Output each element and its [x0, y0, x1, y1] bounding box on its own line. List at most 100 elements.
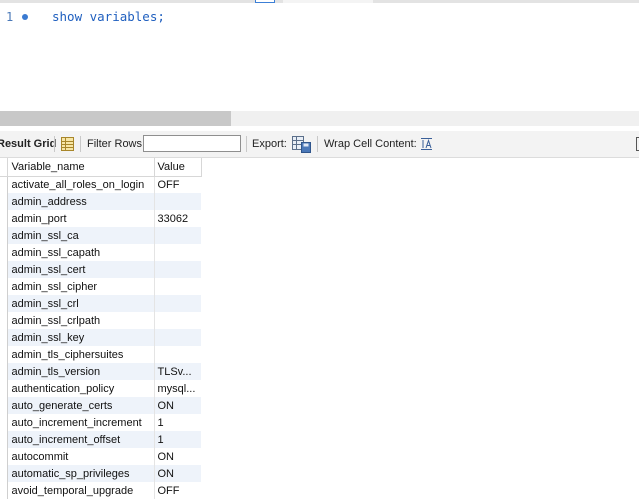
table-row[interactable]: admin_address [0, 193, 201, 210]
cell-value[interactable] [154, 295, 201, 312]
cell-variable-name[interactable]: admin_port [7, 210, 155, 227]
toolbar-divider [317, 136, 318, 152]
row-selector[interactable] [0, 193, 8, 210]
row-selector[interactable] [0, 346, 8, 363]
cell-value[interactable]: 33062 [154, 210, 201, 227]
export-icon[interactable] [292, 136, 311, 153]
cell-value[interactable] [154, 278, 201, 295]
row-selector[interactable] [0, 431, 8, 448]
cell-variable-name[interactable]: admin_ssl_capath [7, 244, 155, 261]
cell-value[interactable]: ON [154, 465, 201, 482]
table-row[interactable]: auto_increment_increment 1 [0, 414, 201, 431]
table-row[interactable]: admin_ssl_ca [0, 227, 201, 244]
cell-value[interactable]: OFF [154, 482, 201, 499]
table-row[interactable]: admin_port 33062 [0, 210, 201, 227]
row-selector[interactable] [0, 210, 8, 227]
row-selector[interactable] [0, 448, 8, 465]
cell-value[interactable] [154, 227, 201, 244]
cell-variable-name[interactable]: admin_ssl_crlpath [7, 312, 155, 329]
cell-value[interactable]: 1 [154, 414, 201, 431]
cell-variable-name[interactable]: auto_increment_increment [7, 414, 155, 431]
row-selector[interactable] [0, 363, 8, 380]
cell-variable-name[interactable]: admin_ssl_crl [7, 295, 155, 312]
table-row[interactable]: admin_ssl_cert [0, 261, 201, 278]
result-grid-label[interactable]: Result Grid [0, 131, 56, 157]
row-selector[interactable] [0, 295, 8, 312]
cell-variable-name[interactable]: activate_all_roles_on_login [7, 176, 155, 193]
cell-variable-name[interactable]: admin_ssl_cipher [7, 278, 155, 295]
row-selector[interactable] [0, 380, 8, 397]
cell-variable-name[interactable]: admin_address [7, 193, 155, 210]
cell-variable-name[interactable]: authentication_policy [7, 380, 155, 397]
filter-rows-input[interactable] [143, 135, 241, 152]
table-row[interactable]: admin_tls_ciphersuites [0, 346, 201, 363]
row-selector[interactable] [0, 278, 8, 295]
line-number: 1 [6, 10, 14, 24]
table-row[interactable]: autocommit ON [0, 448, 201, 465]
cell-variable-name[interactable]: admin_ssl_cert [7, 261, 155, 278]
cell-value[interactable] [154, 244, 201, 261]
cell-variable-name[interactable]: autocommit [7, 448, 155, 465]
cell-value[interactable]: OFF [154, 176, 201, 193]
cell-value[interactable]: ON [154, 448, 201, 465]
toolbar-divider [80, 136, 81, 152]
editor-horizontal-scrollbar[interactable] [0, 111, 639, 126]
scrollbar-thumb[interactable] [0, 111, 231, 126]
cell-value[interactable] [154, 346, 201, 363]
wrap-text-icon[interactable] [420, 137, 433, 151]
grid-layout-icon[interactable] [61, 137, 74, 151]
table-row[interactable]: auto_increment_offset 1 [0, 431, 201, 448]
cell-value[interactable]: 1 [154, 431, 201, 448]
row-selector-header[interactable] [0, 158, 8, 177]
cell-value[interactable]: ON [154, 397, 201, 414]
table-row[interactable]: activate_all_roles_on_login OFF [0, 176, 201, 193]
cell-value[interactable] [154, 329, 201, 346]
row-selector[interactable] [0, 227, 8, 244]
toolbar-divider [246, 136, 247, 152]
row-selector[interactable] [0, 176, 8, 193]
cell-variable-name[interactable]: auto_increment_offset [7, 431, 155, 448]
cell-variable-name[interactable]: auto_generate_certs [7, 397, 155, 414]
column-header-variable-name[interactable]: Variable_name [7, 158, 155, 177]
row-selector[interactable] [0, 312, 8, 329]
table-row[interactable]: admin_ssl_crl [0, 295, 201, 312]
column-header-value[interactable]: Value [154, 158, 202, 177]
result-toolbar: Result Grid Filter Rows: Export: Wrap Ce… [0, 131, 639, 158]
table-row[interactable]: authentication_policy mysql... [0, 380, 201, 397]
table-row[interactable]: admin_ssl_crlpath [0, 312, 201, 329]
table-row[interactable]: avoid_temporal_upgrade OFF [0, 482, 201, 499]
wrap-cell-content-label: Wrap Cell Content: [324, 138, 417, 150]
cell-value[interactable]: mysql... [154, 380, 201, 397]
cell-variable-name[interactable]: admin_ssl_key [7, 329, 155, 346]
cell-variable-name[interactable]: admin_ssl_ca [7, 227, 155, 244]
cell-value[interactable]: TLSv... [154, 363, 201, 380]
export-label: Export: [252, 138, 287, 150]
sql-code-line[interactable]: show variables; [52, 9, 165, 24]
cell-variable-name[interactable]: automatic_sp_privileges [7, 465, 155, 482]
table-row[interactable]: automatic_sp_privileges ON [0, 465, 201, 482]
row-selector[interactable] [0, 482, 8, 499]
row-selector[interactable] [0, 465, 8, 482]
cell-variable-name[interactable]: avoid_temporal_upgrade [7, 482, 155, 499]
cell-value[interactable] [154, 261, 201, 278]
cell-value[interactable] [154, 312, 201, 329]
row-selector[interactable] [0, 244, 8, 261]
row-selector[interactable] [0, 397, 8, 414]
result-grid: Variable_name Value activate_all_roles_o… [0, 158, 202, 499]
table-row[interactable]: admin_ssl_cipher [0, 278, 201, 295]
cell-variable-name[interactable]: admin_tls_version [7, 363, 155, 380]
row-selector[interactable] [0, 414, 8, 431]
toolbar-divider [54, 136, 55, 152]
filter-rows-label: Filter Rows: [87, 138, 146, 150]
sql-editor[interactable]: 1 show variables; [0, 3, 639, 111]
table-row[interactable]: admin_tls_version TLSv... [0, 363, 201, 380]
statement-marker-icon [22, 14, 28, 20]
grid-header-row: Variable_name Value [0, 158, 202, 177]
cell-value[interactable] [154, 193, 201, 210]
row-selector[interactable] [0, 261, 8, 278]
table-row[interactable]: admin_ssl_capath [0, 244, 201, 261]
table-row[interactable]: admin_ssl_key [0, 329, 201, 346]
table-row[interactable]: auto_generate_certs ON [0, 397, 201, 414]
row-selector[interactable] [0, 329, 8, 346]
cell-variable-name[interactable]: admin_tls_ciphersuites [7, 346, 155, 363]
